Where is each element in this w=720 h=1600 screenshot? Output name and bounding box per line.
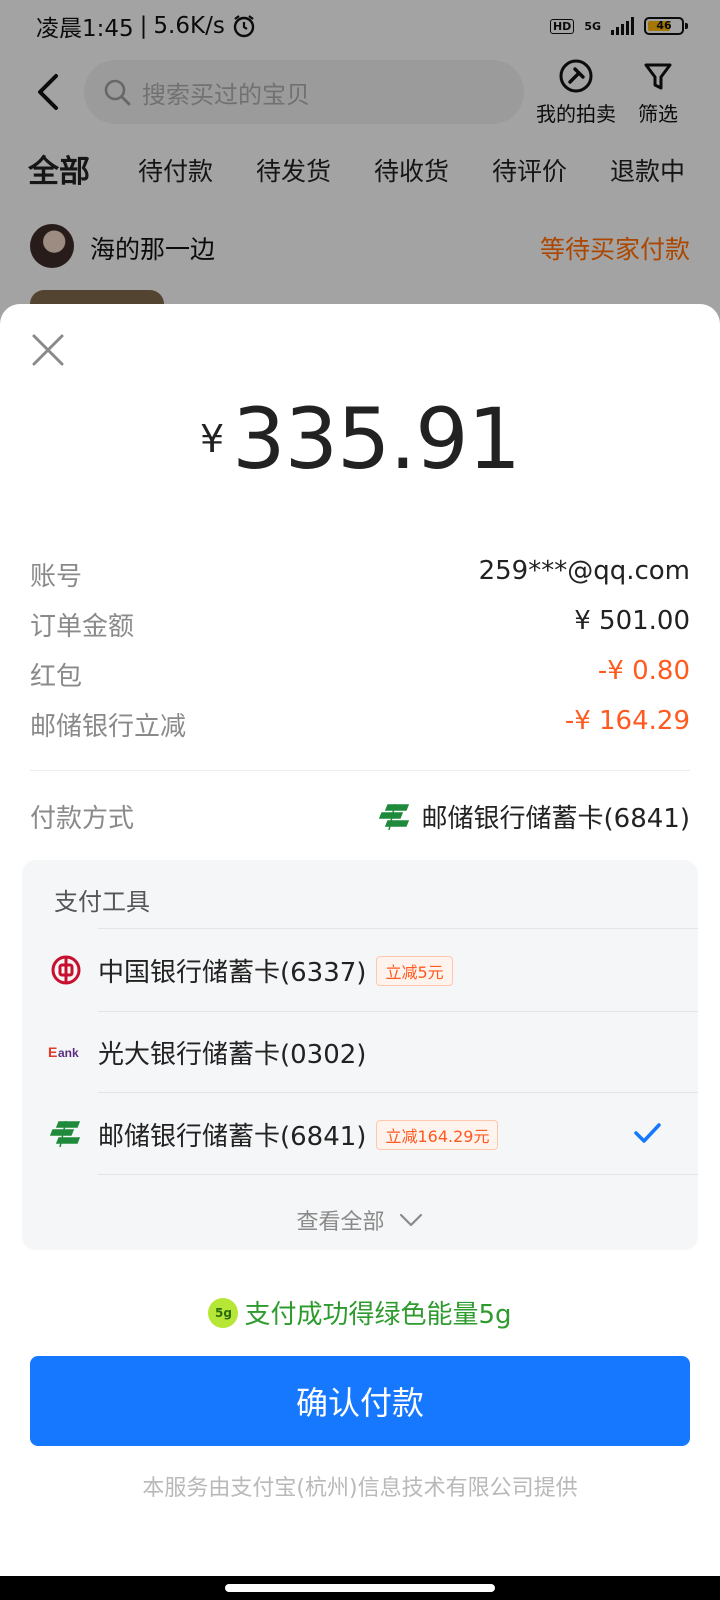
payment-option-name: 中国银行储蓄卡(6337) 立减5元: [98, 952, 453, 989]
green-energy-text: 支付成功得绿色能量5g: [244, 1300, 512, 1330]
detail-label: 红包: [30, 662, 83, 692]
payment-option-label: 中国银行储蓄卡(6337): [98, 958, 367, 988]
detail-value: -¥ 0.80: [597, 656, 690, 686]
detail-value: ¥ 501.00: [574, 606, 690, 636]
ebank-icon: E ank: [48, 1034, 84, 1070]
divider: [30, 770, 690, 771]
payment-option-label: 邮储银行储蓄卡(6841): [98, 1122, 367, 1152]
postal-bank-icon: [48, 1116, 84, 1152]
detail-value: 259***@qq.com: [478, 556, 690, 586]
payment-method-text: 邮储银行储蓄卡(6841): [421, 804, 690, 834]
payment-method-label: 付款方式: [30, 804, 135, 834]
payment-option-psbc[interactable]: 邮储银行储蓄卡(6841) 立减164.29元: [22, 1094, 698, 1174]
payment-option-label: 光大银行储蓄卡(0302): [98, 1040, 367, 1070]
svg-text:ank: ank: [58, 1046, 79, 1060]
detail-label: 账号: [30, 562, 83, 592]
payment-tool-panel: 支付工具 中国银行储蓄卡(6337) 立减5元 E ank 光大银行储蓄卡(03…: [22, 860, 698, 1250]
detail-value: -¥ 164.29: [564, 706, 690, 736]
checkmark-icon: [634, 1123, 661, 1143]
payment-option-boc[interactable]: 中国银行储蓄卡(6337) 立减5元: [22, 930, 698, 1010]
view-all-label: 查看全部: [296, 1210, 385, 1235]
promo-badge: 立减5元: [376, 955, 453, 986]
close-icon[interactable]: [30, 332, 66, 368]
payment-option-name: 光大银行储蓄卡(0302): [98, 1034, 366, 1071]
payment-option-ceb[interactable]: E ank 光大银行储蓄卡(0302): [22, 1012, 698, 1092]
svg-text:E: E: [48, 1044, 57, 1060]
confirm-payment-button[interactable]: 确认付款: [30, 1356, 690, 1446]
divider: [98, 1092, 698, 1093]
payment-option-name: 邮储银行储蓄卡(6841) 立减164.29元: [98, 1116, 499, 1153]
detail-label: 邮储银行立减: [30, 712, 187, 742]
detail-label: 订单金额: [30, 612, 135, 642]
green-energy-icon: 5g: [208, 1297, 239, 1328]
payment-sheet: ¥335.91 账号 259***@qq.com 订单金额 ¥ 501.00 红…: [0, 304, 720, 1600]
detail-row-account: 账号 259***@qq.com: [30, 556, 690, 596]
payment-amount: ¥335.91: [0, 390, 720, 488]
view-all-button[interactable]: 查看全部: [22, 1204, 698, 1236]
amount-value: 335.91: [232, 390, 521, 488]
payment-tool-title: 支付工具: [54, 888, 150, 916]
chevron-down-icon: [399, 1213, 422, 1227]
green-energy-tip: 5g 支付成功得绿色能量5g: [0, 1294, 720, 1331]
divider: [98, 928, 698, 929]
detail-row-order-amount: 订单金额 ¥ 501.00: [30, 606, 690, 646]
service-provider-note: 本服务由支付宝(杭州)信息技术有限公司提供: [142, 1476, 578, 1501]
postal-bank-icon: [378, 803, 409, 830]
payment-method-value: 邮储银行储蓄卡(6841): [378, 798, 690, 835]
bank-of-china-icon: [48, 952, 84, 988]
promo-badge: 立减164.29元: [376, 1119, 499, 1150]
detail-row-red-packet: 红包 -¥ 0.80: [30, 656, 690, 696]
divider: [98, 1174, 698, 1175]
currency-symbol: ¥: [199, 417, 225, 461]
payment-method-row[interactable]: 付款方式 邮储银行储蓄卡(6841): [30, 798, 690, 838]
home-indicator[interactable]: [225, 1584, 495, 1592]
detail-row-bank-discount: 邮储银行立减 -¥ 164.29: [30, 706, 690, 746]
